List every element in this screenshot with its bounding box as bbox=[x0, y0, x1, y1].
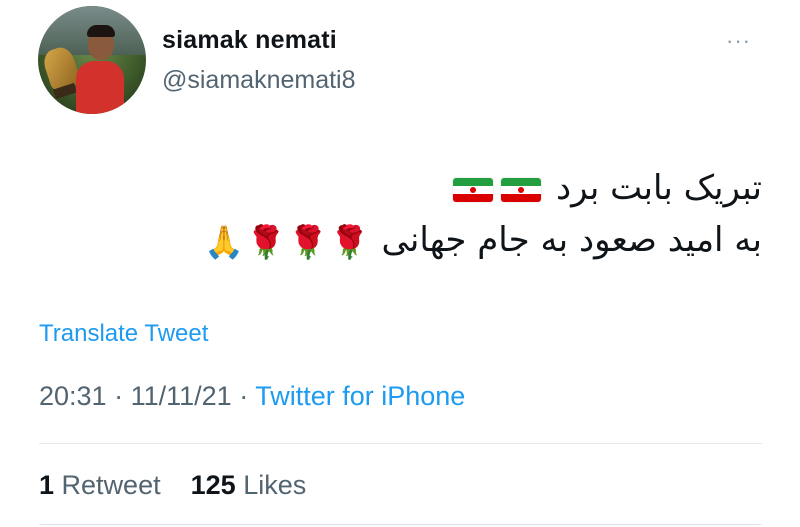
divider bbox=[39, 443, 762, 444]
tweet-metadata: 20:31 · 11/11/21 · Twitter for iPhone bbox=[39, 381, 465, 412]
tweet-line-1: تبریک بابت برد bbox=[203, 162, 762, 214]
rose-icon: 🌹 bbox=[246, 222, 287, 261]
divider bbox=[39, 524, 762, 525]
likes-label: Likes bbox=[243, 470, 307, 500]
user-display-name[interactable]: siamak nemati bbox=[162, 26, 337, 55]
rose-icon: 🌹 bbox=[288, 222, 328, 261]
tweet-text: تبریک بابت برد به امید صعود به جام جهانی… bbox=[203, 162, 762, 266]
retweets-count: 1 bbox=[39, 470, 55, 500]
avatar[interactable] bbox=[38, 6, 146, 114]
avatar-jersey bbox=[76, 61, 124, 114]
tweet-stats: 1 Retweet 125 Likes bbox=[39, 470, 306, 501]
folded-hands-icon: 🙏 bbox=[204, 222, 245, 261]
tweet-line-1-text: تبریک بابت برد bbox=[555, 168, 762, 208]
meta-separator: · bbox=[239, 381, 249, 411]
retweets-stat[interactable]: 1 Retweet bbox=[39, 470, 161, 500]
more-icon[interactable]: ··· bbox=[726, 28, 751, 54]
avatar-hair bbox=[87, 25, 115, 37]
user-handle[interactable]: @siamaknemati8 bbox=[162, 66, 356, 95]
likes-count: 125 bbox=[190, 470, 236, 500]
tweet-line-2-text: به امید صعود به جام جهانی bbox=[381, 220, 762, 260]
iran-flag-icon bbox=[453, 177, 494, 202]
retweets-label: Retweet bbox=[61, 470, 161, 500]
translate-tweet-link[interactable]: Translate Tweet bbox=[39, 320, 208, 348]
tweet-line-2: به امید صعود به جام جهانی 🌹🌹🌹🙏 bbox=[203, 214, 762, 266]
meta-separator: · bbox=[114, 381, 124, 411]
likes-stat[interactable]: 125 Likes bbox=[191, 470, 307, 500]
iran-flag-icon bbox=[501, 177, 542, 202]
rose-icon: 🌹 bbox=[329, 222, 370, 261]
tweet-source-link[interactable]: Twitter for iPhone bbox=[255, 381, 465, 411]
tweet-date[interactable]: 11/11/21 bbox=[131, 381, 232, 411]
tweet-time[interactable]: 20:31 bbox=[39, 381, 107, 411]
